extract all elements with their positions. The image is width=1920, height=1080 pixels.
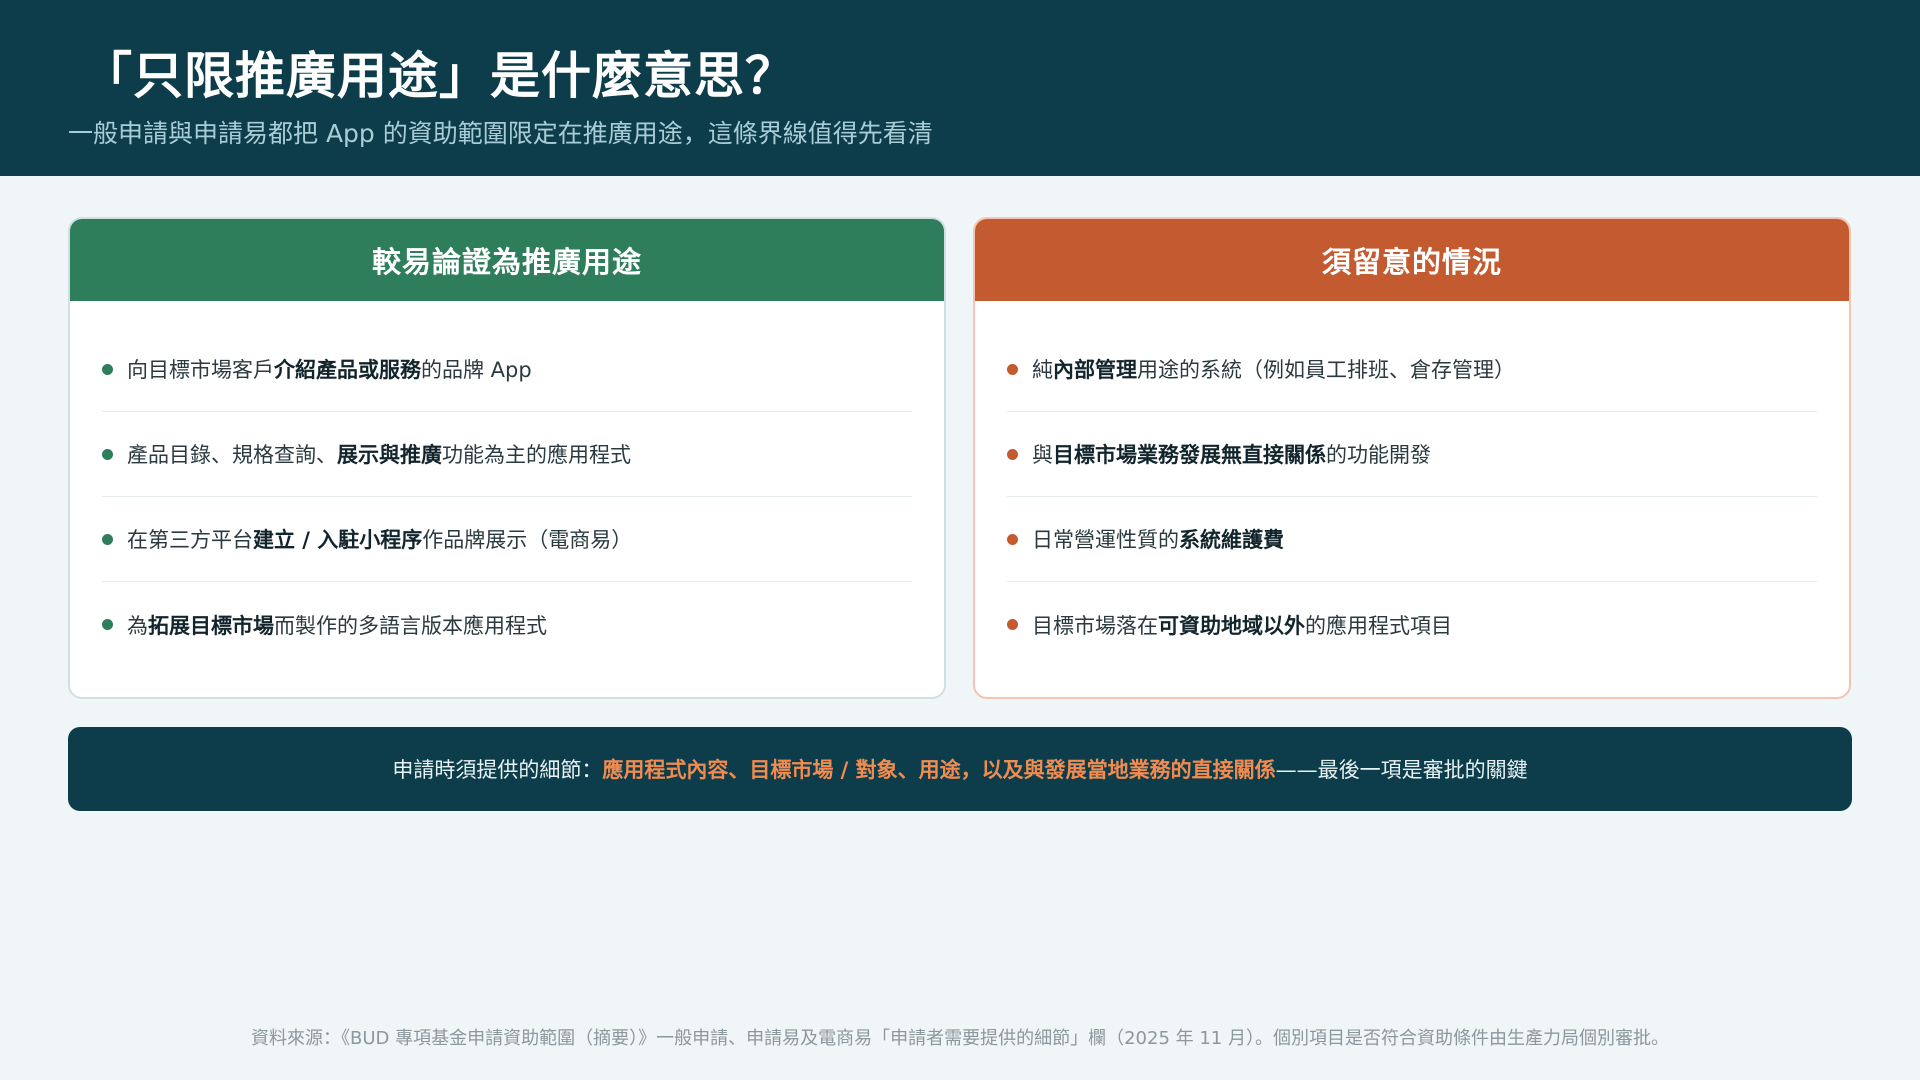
list-item: 日常營運性質的系統維護費 xyxy=(1007,497,1817,582)
list-item: 產品目錄、規格查詢、展示與推廣功能為主的應用程式 xyxy=(102,412,912,497)
banner-suffix: ——最後一項是審批的關鍵 xyxy=(1275,758,1528,782)
list-item: 為拓展目標市場而製作的多語言版本應用程式 xyxy=(102,582,912,667)
promotional-use-heading: 較易論證為推廣用途 xyxy=(70,219,944,301)
caution-heading: 須留意的情況 xyxy=(975,219,1849,301)
page-title: 「只限推廣用途」是什麼意思？ xyxy=(82,47,796,105)
item-text: 為拓展目標市場而製作的多語言版本應用程式 xyxy=(127,613,547,638)
promotional-use-card: 較易論證為推廣用途 向目標市場客戶介紹產品或服務的品牌 App 產品目錄、規格查… xyxy=(68,217,946,699)
bullet-dot-icon xyxy=(102,619,113,630)
source-note: 資料來源：《BUD 專項基金申請資助範圍（摘要）》一般申請、申請易及電商易「申請… xyxy=(251,1028,1669,1049)
banner-highlight: 應用程式內容、目標市場 / 對象、用途，以及與發展當地業務的直接關係 xyxy=(602,758,1276,782)
header-bar: 「只限推廣用途」是什麼意思？ 一般申請與申請易都把 App 的資助範圍限定在推廣… xyxy=(0,0,1920,176)
item-text: 純內部管理用途的系統（例如員工排班、倉存管理） xyxy=(1032,358,1515,382)
item-text: 在第三方平台建立 / 入駐小程序作品牌展示（電商易） xyxy=(127,528,633,552)
bullet-dot-icon xyxy=(1007,363,1018,375)
caution-list: 純內部管理用途的系統（例如員工排班、倉存管理） 與目標市場業務發展無直接關係的功… xyxy=(975,327,1849,667)
item-text: 產品目錄、規格查詢、展示與推廣功能為主的應用程式 xyxy=(127,443,631,467)
item-text: 與目標市場業務發展無直接關係的功能開發 xyxy=(1032,443,1431,467)
list-item: 向目標市場客戶介紹產品或服務的品牌 App xyxy=(102,327,912,412)
bullet-dot-icon xyxy=(102,533,113,545)
list-item: 在第三方平台建立 / 入駐小程序作品牌展示（電商易） xyxy=(102,497,912,582)
list-item: 純內部管理用途的系統（例如員工排班、倉存管理） xyxy=(1007,327,1817,412)
page-subtitle: 一般申請與申請易都把 App 的資助範圍限定在推廣用途，這條界線值得先看清 xyxy=(68,119,933,148)
banner-prefix: 申請時須提供的細節： xyxy=(392,758,603,782)
promotional-use-list: 向目標市場客戶介紹產品或服務的品牌 App 產品目錄、規格查詢、展示與推廣功能為… xyxy=(70,327,944,667)
bullet-dot-icon xyxy=(102,448,113,460)
item-text: 日常營運性質的系統維護費 xyxy=(1032,528,1284,552)
item-text: 目標市場落在可資助地域以外的應用程式項目 xyxy=(1032,613,1452,638)
required-details-banner: 申請時須提供的細節： 應用程式內容、目標市場 / 對象、用途，以及與發展當地業務的… xyxy=(68,727,1852,811)
caution-card: 須留意的情況 純內部管理用途的系統（例如員工排班、倉存管理） 與目標市場業務發展… xyxy=(973,217,1851,699)
bullet-dot-icon xyxy=(1007,619,1018,630)
list-item: 目標市場落在可資助地域以外的應用程式項目 xyxy=(1007,582,1817,667)
bullet-dot-icon xyxy=(102,363,113,375)
bullet-dot-icon xyxy=(1007,448,1018,460)
bullet-dot-icon xyxy=(1007,533,1018,545)
list-item: 與目標市場業務發展無直接關係的功能開發 xyxy=(1007,412,1817,497)
item-text: 向目標市場客戶介紹產品或服務的品牌 App xyxy=(127,358,532,382)
